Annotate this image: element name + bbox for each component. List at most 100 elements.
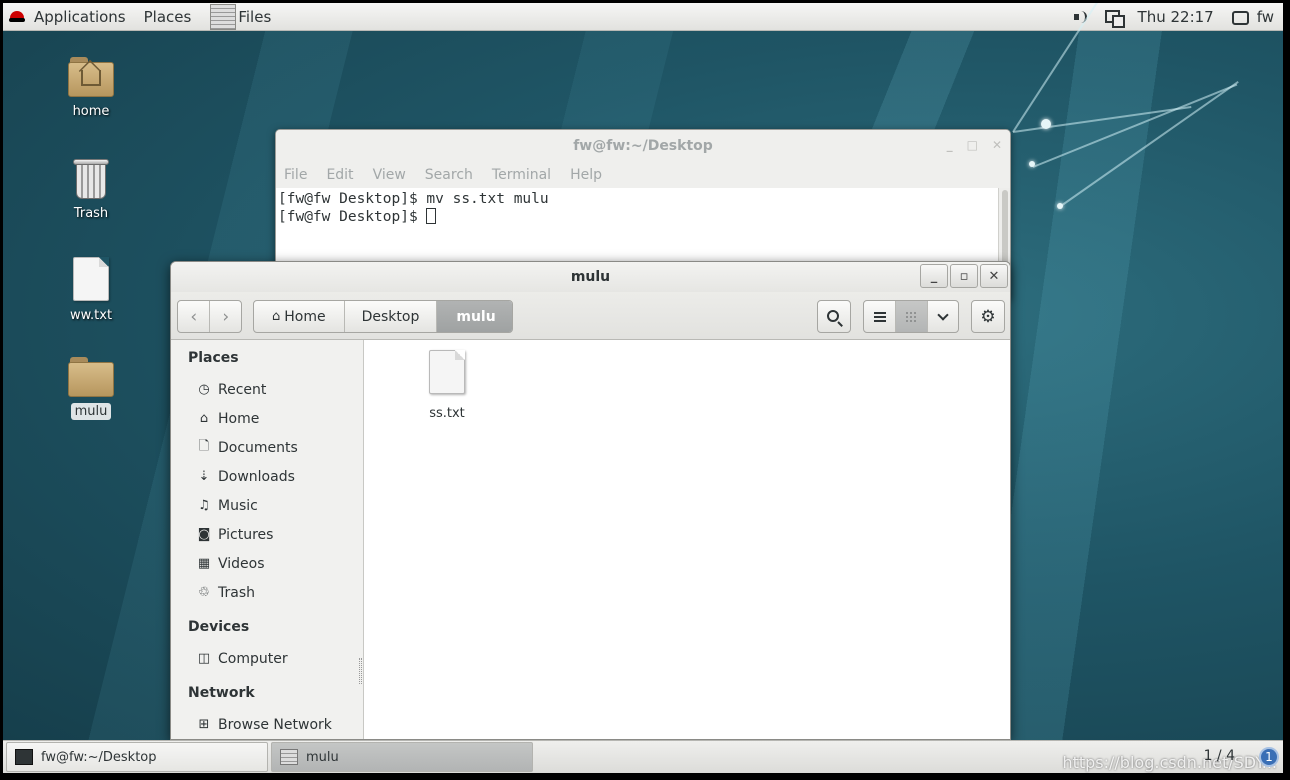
top-bar: Applications Places Files Thu 22:17 fw bbox=[3, 3, 1283, 31]
gear-icon: ⚙ bbox=[980, 306, 996, 327]
watermark: https://blog.csdn.net/SDY... bbox=[1062, 753, 1277, 772]
film-icon: ▦ bbox=[197, 556, 211, 571]
places-menu[interactable]: Places bbox=[135, 3, 201, 31]
menu-search[interactable]: Search bbox=[425, 167, 473, 183]
download-icon: ⇣ bbox=[198, 469, 210, 484]
desktop-icon-mulu[interactable]: mulu bbox=[51, 357, 131, 420]
minimize-icon: _ bbox=[930, 268, 938, 284]
document-icon: 🗋 bbox=[198, 438, 210, 454]
user-chat-icon[interactable] bbox=[1231, 10, 1249, 25]
task-terminal[interactable]: fw@fw:~/Desktop bbox=[6, 742, 268, 772]
breadcrumb-mulu[interactable]: mulu bbox=[437, 301, 512, 332]
taskbar: fw@fw:~/Desktop mulu https://blog.csdn.n… bbox=[3, 740, 1283, 773]
view-buttons bbox=[863, 300, 959, 333]
task-files-mulu[interactable]: mulu bbox=[271, 742, 533, 772]
user-menu[interactable]: fw bbox=[1255, 3, 1283, 31]
chevron-down-icon bbox=[937, 308, 949, 321]
redhat-logo-icon bbox=[9, 10, 25, 24]
sidebar-item-recent[interactable]: ◷ Recent bbox=[171, 375, 363, 404]
minimize-icon[interactable]: _ bbox=[947, 138, 953, 152]
view-options-button[interactable] bbox=[926, 301, 958, 332]
menu-view[interactable]: View bbox=[373, 167, 406, 183]
files-toolbar: ‹ › ⌂ Home Desktop mulu ⚙ bbox=[171, 292, 1010, 340]
terminal-icon bbox=[15, 749, 33, 765]
desktop-icon-trash[interactable]: Trash bbox=[51, 155, 131, 222]
sidebar-resize-handle[interactable] bbox=[359, 658, 362, 684]
breadcrumb-desktop[interactable]: Desktop bbox=[345, 301, 438, 332]
trash-icon bbox=[73, 155, 109, 199]
search-icon bbox=[827, 309, 839, 322]
maximize-icon: ▫ bbox=[959, 268, 969, 284]
decor-dot bbox=[1029, 161, 1035, 167]
clock-icon: ◷ bbox=[198, 382, 210, 397]
menu-edit[interactable]: Edit bbox=[326, 167, 353, 183]
terminal-prompt-line: [fw@fw Desktop]$ bbox=[278, 208, 998, 226]
network-icon: ⊞ bbox=[198, 717, 210, 732]
desktop-icon-ww-txt[interactable]: ww.txt bbox=[51, 257, 131, 324]
menu-terminal[interactable]: Terminal bbox=[492, 167, 551, 183]
sidebar-heading-places: Places bbox=[188, 350, 239, 366]
sidebar-item-downloads[interactable]: ⇣ Downloads bbox=[171, 462, 363, 491]
terminal-titlebar[interactable]: fw@fw:~/Desktop _ □ ✕ bbox=[276, 130, 1010, 162]
sidebar-item-documents[interactable]: 🗋 Documents bbox=[171, 433, 363, 462]
maximize-button[interactable]: ▫ bbox=[950, 264, 978, 288]
file-item-ss-txt[interactable]: ss.txt bbox=[412, 350, 482, 421]
desktop-icon-home[interactable]: home bbox=[51, 57, 131, 120]
decor-dot bbox=[1041, 119, 1051, 129]
files-app-icon bbox=[280, 749, 298, 765]
close-icon[interactable]: ✕ bbox=[992, 138, 1002, 152]
back-button[interactable]: ‹ bbox=[178, 301, 209, 332]
sidebar-item-pictures[interactable]: ◙ Pictures bbox=[171, 520, 363, 549]
list-view-button[interactable] bbox=[864, 301, 895, 332]
sidebar-heading-network: Network bbox=[188, 685, 255, 701]
applications-menu[interactable]: Applications bbox=[25, 3, 135, 31]
sidebar-item-computer[interactable]: ◫ Computer bbox=[171, 644, 363, 673]
sidebar-item-music[interactable]: ♫ Music bbox=[171, 491, 363, 520]
nav-buttons: ‹ › bbox=[177, 300, 242, 333]
decor-dot bbox=[1057, 203, 1063, 209]
files-app-menu[interactable]: Files bbox=[236, 3, 280, 31]
chevron-right-icon: › bbox=[222, 306, 230, 327]
files-window[interactable]: mulu _ ▫ ✕ ‹ › ⌂ Home Desktop mulu ⚙ Pla… bbox=[170, 261, 1011, 740]
network-icon[interactable] bbox=[1104, 9, 1125, 28]
notification-badge[interactable]: 1 bbox=[1259, 747, 1279, 767]
close-button[interactable]: ✕ bbox=[980, 264, 1008, 288]
files-titlebar[interactable]: mulu _ ▫ ✕ bbox=[171, 262, 1010, 292]
menu-help[interactable]: Help bbox=[570, 167, 602, 183]
breadcrumb-home[interactable]: ⌂ Home bbox=[254, 301, 345, 332]
maximize-icon[interactable]: □ bbox=[967, 138, 978, 152]
home-icon: ⌂ bbox=[272, 309, 281, 324]
text-file-icon bbox=[429, 350, 465, 394]
search-button[interactable] bbox=[817, 300, 851, 333]
files-content-area[interactable]: ss.txt bbox=[364, 340, 1010, 739]
screen: Applications Places Files Thu 22:17 fw h… bbox=[3, 3, 1283, 773]
sidebar-item-trash[interactable]: ♲ Trash bbox=[171, 578, 363, 607]
camera-icon: ◙ bbox=[197, 527, 211, 542]
music-icon: ♫ bbox=[198, 498, 210, 513]
clock[interactable]: Thu 22:17 bbox=[1129, 3, 1223, 31]
close-icon: ✕ bbox=[988, 268, 1000, 284]
grid-view-icon bbox=[905, 310, 918, 323]
sidebar-item-home[interactable]: ⌂ Home bbox=[171, 404, 363, 433]
sidebar-item-browse-network[interactable]: ⊞ Browse Network bbox=[171, 710, 363, 739]
sidebar-item-videos[interactable]: ▦ Videos bbox=[171, 549, 363, 578]
breadcrumb: ⌂ Home Desktop mulu bbox=[253, 300, 513, 333]
decor-line bbox=[1012, 105, 1192, 133]
home-folder-icon bbox=[68, 57, 114, 97]
grid-view-button[interactable] bbox=[895, 301, 927, 332]
minimize-button[interactable]: _ bbox=[920, 264, 948, 288]
terminal-menubar: File Edit View Search Terminal Help bbox=[276, 162, 1010, 188]
list-view-icon bbox=[873, 311, 886, 322]
drive-icon: ◫ bbox=[197, 651, 211, 666]
desktop: home Trash ww.txt mulu fw@fw:~/Desktop _… bbox=[3, 3, 1283, 740]
chevron-left-icon: ‹ bbox=[190, 306, 198, 327]
terminal-line: [fw@fw Desktop]$ mv ss.txt mulu bbox=[278, 191, 549, 207]
terminal-cursor bbox=[426, 208, 437, 224]
workspace-pager[interactable]: 1 / 4 bbox=[1204, 748, 1235, 764]
folder-icon bbox=[68, 357, 114, 397]
forward-button[interactable]: › bbox=[209, 301, 241, 332]
menu-file[interactable]: File bbox=[284, 167, 307, 183]
files-sidebar: Places ◷ Recent ⌂ Home 🗋 Documents ⇣ Downloa… bbox=[171, 340, 364, 739]
settings-button[interactable]: ⚙ bbox=[971, 300, 1005, 333]
files-app-icon bbox=[210, 3, 237, 30]
